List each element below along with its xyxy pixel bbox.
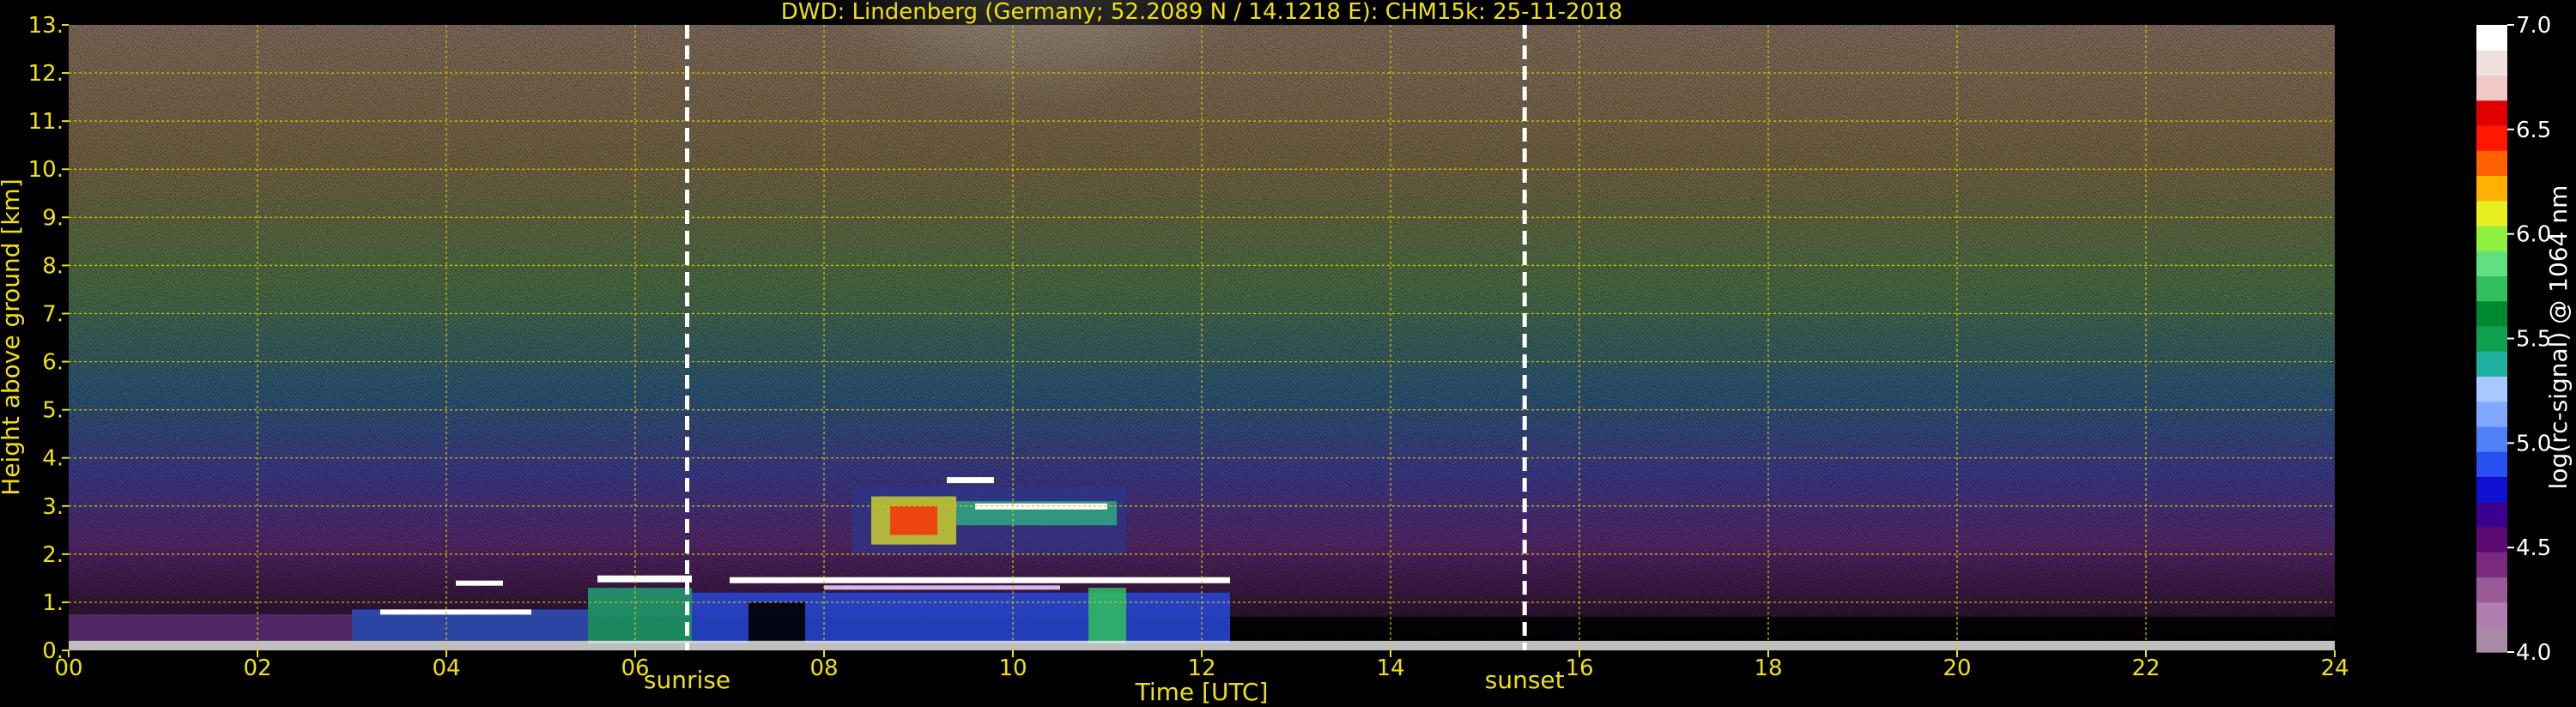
colorbar-segment — [2476, 325, 2507, 352]
colorbar-tick-label: 7.0 — [2516, 13, 2551, 39]
colorbar-segment — [2476, 251, 2507, 276]
y-tick-label: 3. — [42, 494, 64, 520]
low-cloud-early — [597, 575, 692, 583]
x-tick-label: 08 — [809, 656, 838, 681]
y-tick-label: 7. — [42, 301, 64, 327]
colorbar-segment — [2476, 124, 2507, 151]
y-tick-label: 9. — [42, 205, 64, 231]
colorbar-label: log(rc-signal) @ 1064 nm — [2544, 185, 2573, 490]
colorbar-segment — [2476, 426, 2507, 452]
boundary-layer-early — [69, 613, 352, 641]
x-tick-label: 04 — [432, 656, 460, 681]
colorbar-segment — [2476, 577, 2507, 603]
chart-title: DWD: Lindenberg (Germany; 52.2089 N / 14… — [781, 0, 1622, 25]
low-cloud-base — [824, 585, 1060, 590]
colorbar-segment — [2476, 601, 2507, 628]
boundary-layer-gap — [749, 601, 805, 646]
y-tick-label: 6. — [42, 350, 64, 376]
x-tick-label: 06 — [621, 656, 649, 681]
colorbar-segment — [2476, 150, 2507, 177]
colorbar: 4.04.55.05.56.06.57.0 — [2476, 13, 2551, 666]
mid-cloud-top — [975, 503, 1107, 510]
y-tick-label: 12. — [28, 61, 64, 87]
x-tick-label: 10 — [998, 656, 1027, 681]
colorbar-segment — [2476, 451, 2507, 477]
x-tick-label: 00 — [54, 656, 82, 681]
colorbar-segment — [2476, 25, 2507, 51]
x-tick-label: 18 — [1754, 656, 1782, 681]
y-axis-label: Height above ground [km] — [0, 178, 25, 496]
colorbar-segment — [2476, 626, 2507, 653]
y-axis: 0.1.2.3.4.5.6.7.8.9.10.11.12.13. — [28, 13, 69, 664]
boundary-layer-edge — [1088, 588, 1126, 644]
colorbar-segment — [2476, 376, 2507, 402]
colorbar-segment — [2476, 351, 2507, 377]
afternoon-dark — [1230, 636, 2335, 641]
y-tick-label: 8. — [42, 253, 64, 279]
x-tick-label: 14 — [1376, 656, 1404, 681]
colorbar-segment — [2476, 100, 2507, 126]
colorbar-tick-label: 4.0 — [2516, 640, 2551, 666]
colorbar-tick-label: 4.5 — [2516, 535, 2551, 561]
colorbar-segment — [2476, 300, 2507, 327]
bl-cloud-bright — [456, 580, 503, 586]
mid-cloud-red — [890, 505, 937, 535]
sunrise-label: sunrise — [644, 666, 730, 694]
colorbar-segment — [2476, 501, 2507, 528]
mid-cloud-peak — [947, 477, 994, 484]
colorbar-segment — [2476, 552, 2507, 577]
colorbar-segment — [2476, 275, 2507, 302]
colorbar-segment — [2476, 401, 2507, 427]
x-tick-label: 24 — [2320, 656, 2349, 681]
y-tick-label: 13. — [28, 13, 64, 39]
colorbar-segment — [2476, 50, 2507, 76]
colorbar-tick-label: 6.5 — [2516, 118, 2551, 143]
y-tick-label: 1. — [42, 590, 64, 616]
colorbar-segment — [2476, 526, 2507, 553]
colorbar-segment — [2476, 175, 2507, 202]
bl-top-bright — [380, 609, 531, 615]
x-axis-label: Time [UTC] — [1135, 678, 1269, 706]
x-tick-label: 22 — [2131, 656, 2160, 681]
colorbar-segment — [2476, 75, 2507, 101]
x-axis: 00 02 04 06 08 10 12 14 16 18 20 22 24 — [54, 650, 2349, 681]
colorbar-segment — [2476, 200, 2507, 227]
lidar-chart: sunrise sunset 0.1.2.3.4.5.6.7.8.9.10.11.… — [0, 0, 2573, 706]
y-tick-label: 2. — [42, 542, 64, 568]
x-tick-label: 02 — [243, 656, 271, 681]
colorbar-segment — [2476, 476, 2507, 503]
x-tick-label: 16 — [1565, 656, 1593, 681]
boundary-layer-plume — [588, 588, 692, 644]
y-tick-label: 5. — [42, 398, 64, 424]
x-tick-label: 20 — [1943, 656, 1971, 681]
y-tick-label: 10. — [28, 157, 64, 183]
low-cloud-layer — [730, 577, 1230, 583]
y-tick-label: 4. — [42, 446, 64, 472]
colorbar-segment — [2476, 225, 2507, 251]
y-tick-label: 11. — [28, 109, 64, 135]
sunset-label: sunset — [1485, 666, 1565, 694]
